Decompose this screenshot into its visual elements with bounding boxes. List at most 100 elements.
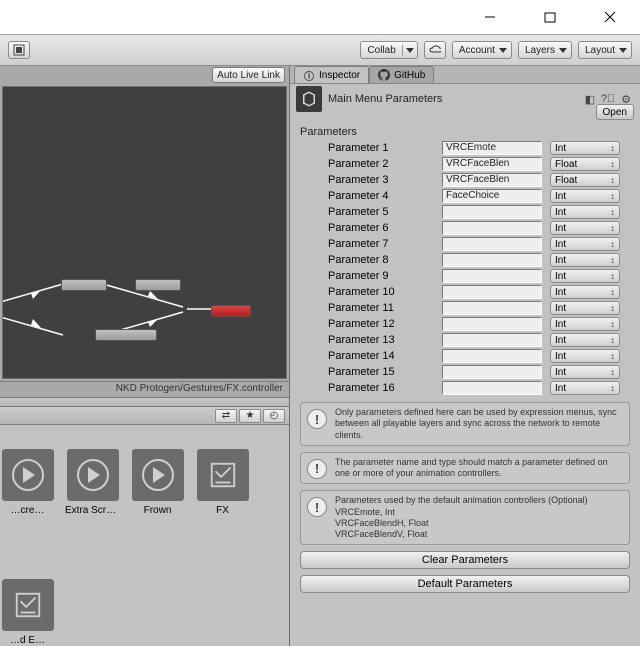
graph-node[interactable] (135, 279, 181, 291)
project-hidden-button[interactable]: ◴ (263, 409, 285, 423)
parameter-name-input[interactable] (442, 317, 542, 331)
inspector-header: Main Menu Parameters ◧ ?⃝ ⚙ Open (290, 84, 640, 122)
parameter-label: Parameter 5 (296, 206, 442, 218)
parameter-row: Parameter 12 Int (296, 316, 634, 332)
parameter-name-input[interactable] (442, 237, 542, 251)
info-icon: ! (307, 497, 327, 517)
parameter-label: Parameter 11 (296, 302, 442, 314)
parameter-name-input[interactable]: VRCFaceBlen (442, 157, 542, 171)
parameter-row: Parameter 8 Int (296, 252, 634, 268)
info-icon: ! (307, 459, 327, 479)
info-box: ! The parameter name and type should mat… (300, 452, 630, 485)
parameter-row: Parameter 13 Int (296, 332, 634, 348)
info-box: ! Only parameters defined here can be us… (300, 402, 630, 446)
parameter-type-dropdown[interactable]: Int (550, 189, 620, 203)
parameter-label: Parameter 15 (296, 366, 442, 378)
tab-github[interactable]: GitHub (369, 66, 434, 83)
info-text: Only parameters defined here can be used… (335, 407, 623, 441)
github-icon (378, 69, 390, 81)
parameter-type-dropdown[interactable]: Int (550, 205, 620, 219)
parameter-row: Parameter 14Int (296, 348, 634, 364)
asset-label: FX (195, 505, 250, 516)
graph-node-exit[interactable] (211, 305, 251, 317)
inspector-body: Parameters Parameter 1VRCEmoteIntParamet… (290, 122, 640, 646)
asset-label: Extra Scre… (65, 505, 120, 516)
parameter-name-input[interactable] (442, 333, 542, 347)
cloud-button[interactable] (424, 41, 446, 59)
parameter-name-input[interactable] (442, 365, 542, 379)
inspector-prefab-icon[interactable]: ◧ (582, 92, 598, 106)
asset-thumb (132, 449, 184, 501)
asset-item[interactable]: Frown (130, 449, 185, 575)
parameter-row: Parameter 7 Int (296, 236, 634, 252)
parameter-label: Parameter 3 (296, 174, 442, 186)
parameter-row: Parameter 3VRCFaceBlen Float (296, 172, 634, 188)
parameter-type-dropdown[interactable]: Int (550, 381, 620, 395)
parameter-type-dropdown[interactable]: Int (550, 269, 620, 283)
parameter-type-dropdown[interactable]: Int (550, 365, 620, 379)
parameter-label: Parameter 12 (296, 318, 442, 330)
parameter-name-input[interactable]: VRCEmote (442, 141, 542, 155)
inspector-title: Main Menu Parameters (328, 93, 442, 105)
parameter-label: Parameter 8 (296, 254, 442, 266)
asset-item[interactable]: …cre… (0, 449, 55, 575)
parameter-type-dropdown[interactable]: Int (550, 221, 620, 235)
parameter-type-dropdown[interactable]: Float (550, 157, 620, 171)
window-minimize-button[interactable] (468, 3, 512, 31)
auto-live-link-button[interactable]: Auto Live Link (212, 67, 285, 83)
animator-graph[interactable] (2, 86, 287, 379)
asset-item[interactable]: …d E… (0, 579, 55, 646)
parameter-type-dropdown[interactable]: Int (550, 253, 620, 267)
project-filter-button[interactable]: ⇄ (215, 409, 237, 423)
parameter-type-dropdown[interactable]: Int (550, 301, 620, 315)
window-maximize-button[interactable] (528, 3, 572, 31)
parameter-row: Parameter 15 Int (296, 364, 634, 380)
parameter-type-dropdown[interactable]: Int (550, 285, 620, 299)
account-dropdown[interactable]: Account (452, 41, 512, 59)
asset-item[interactable]: Extra Scre… (65, 449, 120, 575)
parameter-name-input[interactable]: FaceChoice (442, 189, 542, 203)
parameter-name-input[interactable] (442, 349, 542, 363)
parameter-type-dropdown[interactable]: Int (550, 317, 620, 331)
asset-label: …d E… (0, 635, 55, 646)
parameter-label: Parameter 7 (296, 238, 442, 250)
parameter-name-input[interactable] (442, 205, 542, 219)
layers-dropdown[interactable]: Layers (518, 41, 572, 59)
asset-thumb (197, 449, 249, 501)
parameter-label: Parameter 13 (296, 334, 442, 346)
parameter-name-input[interactable]: VRCFaceBlen (442, 173, 542, 187)
info-box: ! Parameters used by the default animati… (300, 490, 630, 545)
asset-item[interactable]: FX (195, 449, 250, 575)
window-close-button[interactable] (588, 3, 632, 31)
toolbar-tool-button[interactable] (8, 41, 30, 59)
clear-parameters-button[interactable]: Clear Parameters (300, 551, 630, 569)
parameter-label: Parameter 2 (296, 158, 442, 170)
asset-thumb (67, 449, 119, 501)
parameter-name-input[interactable] (442, 253, 542, 267)
parameter-name-input[interactable] (442, 285, 542, 299)
layout-dropdown[interactable]: Layout (578, 41, 632, 59)
collab-button[interactable]: Collab (360, 41, 417, 59)
graph-node[interactable] (95, 329, 157, 341)
asset-type-icon (296, 86, 322, 112)
parameter-type-dropdown[interactable]: Float (550, 173, 620, 187)
parameter-label: Parameter 10 (296, 286, 442, 298)
parameter-name-input[interactable] (442, 381, 542, 395)
inspector-open-button[interactable]: Open (596, 104, 634, 120)
parameter-type-dropdown[interactable]: Int (550, 333, 620, 347)
project-star-button[interactable]: ★ (239, 409, 261, 423)
panel-splitter[interactable] (0, 397, 289, 407)
asset-label: Frown (130, 505, 185, 516)
tab-inspector[interactable]: ⓘ Inspector (294, 66, 369, 83)
default-parameters-button[interactable]: Default Parameters (300, 575, 630, 593)
project-assets-row: …cre… Extra Scre… Frown FX (0, 425, 289, 575)
parameter-type-dropdown[interactable]: Int (550, 141, 620, 155)
parameter-name-input[interactable] (442, 301, 542, 315)
parameter-name-input[interactable] (442, 269, 542, 283)
parameter-row: Parameter 1VRCEmoteInt (296, 140, 634, 156)
info-icon: ! (307, 409, 327, 429)
parameter-name-input[interactable] (442, 221, 542, 235)
parameter-type-dropdown[interactable]: Int (550, 237, 620, 251)
parameter-type-dropdown[interactable]: Int (550, 349, 620, 363)
graph-node[interactable] (61, 279, 107, 291)
